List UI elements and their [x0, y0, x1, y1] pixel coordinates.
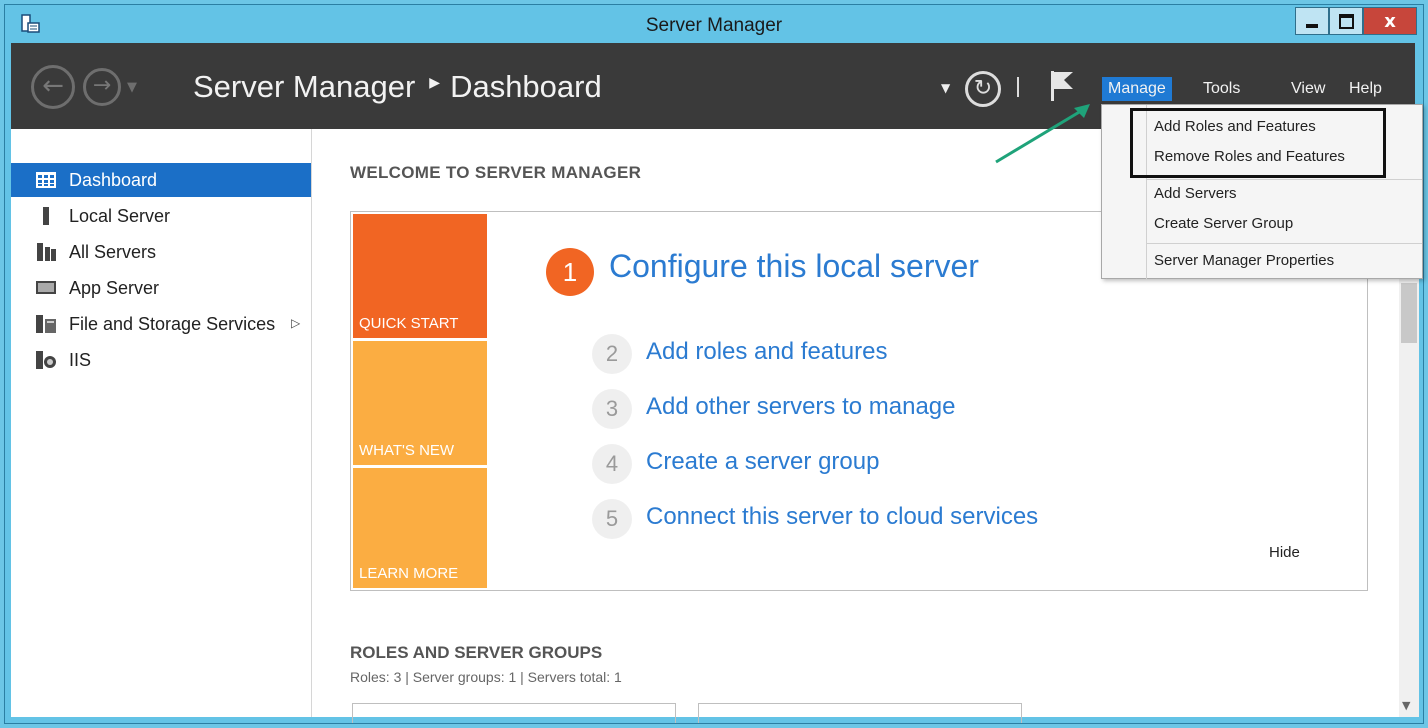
step-link-add-roles[interactable]: Add roles and features	[646, 338, 888, 366]
minimize-icon	[1306, 24, 1318, 28]
breadcrumb-root[interactable]: Server Manager	[193, 69, 415, 104]
breadcrumb: Server Manager ▶ Dashboard	[193, 69, 602, 105]
title-bar: Server Manager x	[5, 5, 1423, 47]
tile-label: LEARN MORE	[359, 565, 459, 582]
step-link-add-servers[interactable]: Add other servers to manage	[646, 393, 956, 421]
close-button[interactable]: x	[1363, 7, 1417, 35]
sidebar-item-label: App Server	[69, 278, 160, 298]
step-1-number: 1	[546, 248, 594, 296]
welcome-title: WELCOME TO SERVER MANAGER	[350, 163, 642, 182]
tile-whats-new[interactable]: WHAT'S NEW	[353, 341, 487, 465]
step-number: 5	[592, 499, 632, 539]
window-title: Server Manager	[645, 15, 783, 36]
sidebar-item-local-server[interactable]: Local Server	[11, 199, 311, 233]
breadcrumb-separator-icon: ▶	[429, 74, 441, 91]
sidebar-item-label: IIS	[69, 350, 92, 370]
scroll-thumb[interactable]	[1401, 283, 1417, 343]
history-dropdown-icon[interactable]: ▼	[127, 80, 137, 95]
hide-link[interactable]: Hide	[1269, 544, 1300, 561]
minimize-button[interactable]	[1295, 7, 1329, 35]
sidebar-item-dashboard[interactable]: Dashboard	[11, 163, 311, 197]
file-storage-icon	[36, 315, 56, 333]
sidebar-item-iis[interactable]: IIS	[11, 343, 311, 377]
step-number: 4	[592, 444, 632, 484]
sidebar-item-label: Local Server	[69, 206, 171, 226]
role-card[interactable]	[698, 703, 1022, 723]
tile-label: QUICK START	[359, 315, 459, 332]
menu-separator	[1146, 179, 1422, 180]
arrow-right-icon: →	[92, 73, 112, 98]
refresh-dropdown-icon[interactable]: ▼	[941, 81, 950, 95]
servers-icon	[37, 243, 56, 261]
roles-stats: Roles: 3 | Server groups: 1 | Servers to…	[350, 669, 622, 685]
dashboard-grid-icon	[36, 172, 56, 188]
menu-separator	[1146, 243, 1422, 244]
tile-learn-more[interactable]: LEARN MORE	[353, 468, 487, 588]
sidebar: Dashboard Local Server All Servers App S…	[11, 129, 312, 717]
annotation-highlight-box	[1130, 108, 1386, 178]
role-card[interactable]	[352, 703, 676, 723]
step-link-cloud[interactable]: Connect this server to cloud services	[646, 503, 1038, 531]
menu-item-create-server-group[interactable]: Create Server Group	[1154, 215, 1293, 232]
sidebar-item-file-storage[interactable]: File and Storage Services ▷	[11, 307, 311, 341]
sidebar-item-all-servers[interactable]: All Servers	[11, 235, 311, 269]
tile-quick-start[interactable]: QUICK START	[353, 214, 487, 338]
step-number: 3	[592, 389, 632, 429]
menu-item-add-servers[interactable]: Add Servers	[1154, 185, 1237, 202]
menu-tools[interactable]: Tools	[1197, 77, 1246, 101]
scroll-down-icon[interactable]: ▼	[1402, 699, 1410, 712]
menu-item-properties[interactable]: Server Manager Properties	[1154, 252, 1334, 269]
roles-section-title: ROLES AND SERVER GROUPS	[350, 643, 603, 662]
tile-label: WHAT'S NEW	[359, 442, 455, 459]
menu-view[interactable]: View	[1285, 77, 1331, 101]
close-icon: x	[1384, 10, 1396, 32]
expand-arrow-icon[interactable]: ▷	[291, 316, 300, 330]
annotation-arrow-icon	[995, 104, 1090, 164]
server-icon	[43, 207, 49, 225]
menu-help[interactable]: Help	[1343, 77, 1388, 101]
sidebar-item-label: Dashboard	[69, 170, 158, 190]
arrow-left-icon: ←	[42, 71, 64, 101]
step-link-create-group[interactable]: Create a server group	[646, 448, 879, 476]
step-1-link[interactable]: Configure this local server	[609, 248, 979, 285]
forward-button[interactable]: →	[83, 68, 121, 106]
monitor-icon	[36, 281, 56, 294]
sidebar-item-app-server[interactable]: App Server	[11, 271, 311, 305]
breadcrumb-current: Dashboard	[450, 69, 602, 104]
sidebar-item-label: File and Storage Services	[69, 314, 276, 334]
sidebar-item-label: All Servers	[69, 242, 157, 262]
maximize-button[interactable]	[1329, 7, 1363, 35]
step-number: 2	[592, 334, 632, 374]
maximize-icon	[1338, 13, 1354, 29]
header-divider	[1017, 77, 1019, 97]
menu-manage[interactable]: Manage	[1102, 77, 1172, 101]
iis-icon	[36, 351, 56, 369]
back-button[interactable]: ←	[31, 65, 75, 109]
